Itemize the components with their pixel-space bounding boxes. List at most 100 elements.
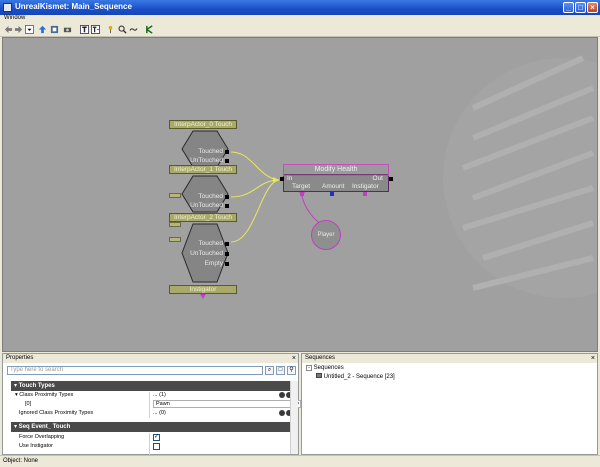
- property-row[interactable]: Use Instigator: [11, 442, 293, 451]
- touch-event-2-untouched: UnTouched: [190, 250, 223, 257]
- modify-health-amount: Amount: [322, 183, 345, 190]
- modify-health-target: Target: [292, 183, 311, 190]
- tree-root-label: Sequences: [313, 365, 344, 371]
- properties-title: Properties: [6, 355, 34, 361]
- toolbar: [0, 23, 600, 37]
- pin-icon[interactable]: [106, 25, 115, 34]
- touch-event-2-empty: Empty: [204, 260, 223, 267]
- window-titlebar: UnrealKismet: Main_Sequence _ □ ×: [0, 0, 600, 15]
- back-arrow-icon[interactable]: [4, 25, 13, 34]
- touch-event-2-title[interactable]: InterpActor_2 Touch: [169, 213, 237, 222]
- property-name: ▾ Class Proximity Types: [15, 392, 74, 398]
- properties-panel: Properties × Type here to search ⌕ □ ⚲ ▾…: [2, 353, 301, 455]
- menubar: Window: [0, 15, 600, 23]
- app-icon: [3, 3, 12, 12]
- sequences-panel: Sequences × - Sequences Untitled_2 - Seq…: [301, 353, 598, 455]
- sequence-icon[interactable]: [50, 25, 59, 34]
- tree-item-label: Untitled_2 - Sequence [23]: [323, 374, 395, 380]
- touch-event-0-touched: Touched: [198, 148, 223, 155]
- minimize-button[interactable]: _: [563, 2, 574, 13]
- sequence-canvas[interactable]: InterpActor_0 Touch Touched UnTouched In…: [2, 37, 598, 352]
- output-pin[interactable]: [225, 150, 229, 154]
- modify-health-out: Out: [372, 175, 383, 182]
- modify-health-instigator: Instigator: [352, 183, 379, 190]
- touch-event-0-title[interactable]: InterpActor_0 Touch: [169, 120, 237, 129]
- up-arrow-icon[interactable]: [38, 25, 47, 34]
- property-value: ... (0): [153, 410, 166, 416]
- add-item-icon[interactable]: [279, 410, 285, 416]
- menu-window[interactable]: Window: [4, 15, 25, 21]
- property-row[interactable]: Ignored Class Proximity Types ... (0): [11, 409, 293, 418]
- input-stub: [169, 222, 181, 227]
- text-tool-icon[interactable]: [80, 25, 89, 34]
- player-variable[interactable]: Player: [311, 220, 341, 250]
- status-bar: Object: None: [0, 455, 600, 467]
- input-stub: [169, 237, 181, 242]
- sequence-icon: [316, 373, 322, 378]
- property-row[interactable]: Force Overlapping ✓: [11, 433, 293, 442]
- output-pin[interactable]: [225, 242, 229, 246]
- text-tool-alt-icon[interactable]: [91, 25, 100, 34]
- output-pin[interactable]: [225, 159, 229, 163]
- sequences-header: Sequences ×: [302, 354, 597, 363]
- search-icon[interactable]: [118, 25, 127, 34]
- window-title: UnrealKismet: Main_Sequence: [15, 2, 132, 11]
- var-link-arrow: [200, 294, 206, 299]
- property-row[interactable]: [0] Pawn ▾: [11, 400, 301, 409]
- output-pin[interactable]: [225, 262, 229, 266]
- properties-scrollbar[interactable]: [290, 381, 298, 454]
- class-select[interactable]: Pawn ▾: [153, 400, 301, 408]
- touch-event-2-touched: Touched: [198, 240, 223, 247]
- input-pin[interactable]: [280, 177, 284, 181]
- maximize-button[interactable]: □: [575, 2, 586, 13]
- category-label: Seq Event_ Touch: [18, 424, 71, 430]
- status-text: Object: None: [3, 458, 39, 464]
- property-value: ... (1): [153, 392, 166, 398]
- search-icon[interactable]: ⌕: [265, 366, 274, 375]
- copy-icon[interactable]: □: [276, 366, 285, 375]
- touch-event-0-untouched: UnTouched: [190, 157, 223, 164]
- amount-var-pin[interactable]: [330, 192, 334, 196]
- modify-health-title: Modify Health: [283, 164, 389, 176]
- input-stub: [169, 193, 181, 198]
- touch-event-1-title[interactable]: InterpActor_1 Touch: [169, 165, 237, 174]
- property-name: Use Instigator: [19, 443, 53, 449]
- category-touch-types[interactable]: ▾ Touch Types: [11, 381, 293, 391]
- target-var-pin[interactable]: [300, 192, 304, 196]
- lock-icon[interactable]: ⚲: [287, 366, 296, 375]
- properties-search-input[interactable]: Type here to search: [7, 366, 263, 375]
- modify-health-in: In: [287, 175, 293, 182]
- camera-icon[interactable]: [63, 25, 72, 34]
- instigator-var-pin[interactable]: [363, 192, 367, 196]
- sequences-close-button[interactable]: ×: [591, 354, 595, 363]
- property-row[interactable]: ▾ Class Proximity Types ... (1): [11, 391, 293, 400]
- touch-event-1-touched: Touched: [198, 193, 223, 200]
- property-name: Force Overlapping: [19, 434, 65, 440]
- use-instigator-checkbox[interactable]: [153, 443, 160, 450]
- minus-box-icon[interactable]: -: [306, 365, 312, 371]
- property-name: [0]: [25, 401, 32, 407]
- sequences-title: Sequences: [305, 355, 336, 361]
- kismet-icon[interactable]: [145, 25, 154, 34]
- history-dropdown[interactable]: [25, 25, 34, 34]
- properties-header: Properties ×: [3, 354, 298, 363]
- forward-arrow-icon[interactable]: [14, 25, 23, 34]
- property-name: Ignored Class Proximity Types: [19, 410, 94, 416]
- class-select-value: Pawn: [156, 401, 170, 407]
- link-icon[interactable]: [129, 25, 138, 34]
- force-overlapping-checkbox[interactable]: ✓: [153, 434, 160, 441]
- touch-event-1-untouched: UnTouched: [190, 202, 223, 209]
- category-label: Touch Types: [18, 383, 55, 389]
- output-pin[interactable]: [225, 195, 229, 199]
- output-pin[interactable]: [225, 204, 229, 208]
- touch-event-2-instigator[interactable]: Instigator: [169, 285, 237, 294]
- close-button[interactable]: ×: [587, 2, 598, 13]
- output-pin[interactable]: [225, 252, 229, 256]
- output-pin[interactable]: [389, 177, 393, 181]
- sequence-tree-item[interactable]: Untitled_2 - Sequence [23]: [316, 373, 395, 380]
- properties-close-button[interactable]: ×: [292, 354, 296, 363]
- add-item-icon[interactable]: [279, 392, 285, 398]
- sequence-tree-root[interactable]: - Sequences: [306, 365, 344, 371]
- category-seq-event-touch[interactable]: ▾ Seq Event_ Touch: [11, 422, 293, 432]
- modify-health-action[interactable]: Modify Health In Out Target Amount Insti…: [283, 164, 389, 192]
